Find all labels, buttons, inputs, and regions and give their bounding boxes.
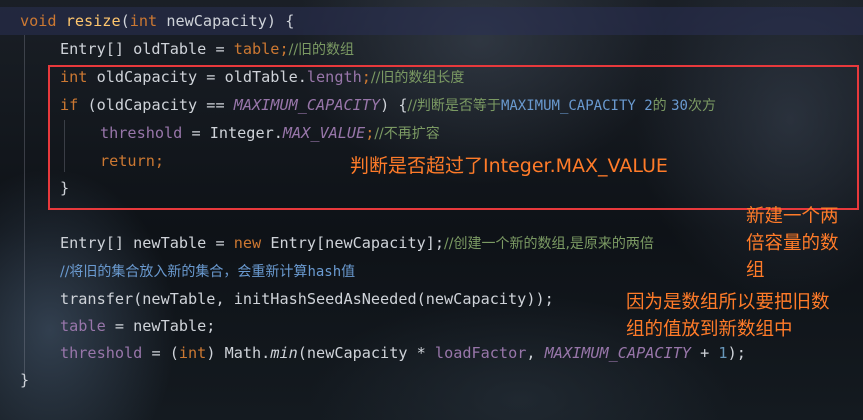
indent-guide [24, 35, 25, 375]
code-text: = ( [142, 344, 179, 362]
code-text: ; [279, 40, 289, 58]
code-text: = newTable; [105, 317, 216, 335]
annotation-line: 组 [746, 260, 765, 281]
method-name: min [270, 344, 298, 362]
keyword: int [178, 344, 207, 362]
code-line-2[interactable]: Entry[] oldTable = table;//旧的数组 [60, 35, 354, 63]
comment: //将旧的集合放入新的集合，会重新计算 [60, 264, 308, 280]
comment: //创建一个新的数组,是原来的两倍 [444, 236, 654, 252]
code-line-12[interactable]: threshold = (int) Math.min(newCapacity *… [60, 339, 746, 367]
static-constant: MAXIMUM_CAPACITY [544, 344, 691, 362]
comment: hash [307, 264, 342, 280]
comment: 值 [341, 264, 356, 280]
keyword: int [129, 12, 158, 30]
code-text: ( [120, 12, 130, 30]
method-name: resize [65, 12, 121, 30]
highlight-box [48, 65, 859, 210]
field-reference: table [233, 40, 280, 58]
annotation-box-note: 判断是否超过了Integer.MAX_VALUE [350, 155, 668, 177]
code-line-9[interactable]: //将旧的集合放入新的集合，会重新计算hash值 [60, 257, 355, 285]
number-literal: 1 [718, 344, 728, 362]
code-text: Entry[] oldTable = [60, 40, 234, 58]
annotation-new-array: 新建一个两 倍容量的数 组 [746, 203, 839, 284]
code-line-8[interactable]: Entry[] newTable = new Entry[newCapacity… [60, 229, 654, 257]
code-text: ); [727, 344, 746, 362]
field-reference: table [60, 317, 106, 335]
annotation-line: 倍容量的数 [746, 233, 839, 254]
code-text: , [526, 344, 545, 362]
code-text: Entry[] newTable = [60, 234, 234, 252]
code-text: transfer(newTable, initHashSeedAsNeeded(… [60, 290, 554, 308]
code-line-13[interactable]: } [20, 366, 29, 394]
field-reference: loadFactor [434, 344, 527, 362]
code-text: newCapacity) { [157, 12, 295, 30]
annotation-line: 新建一个两 [746, 206, 839, 227]
code-editor[interactable]: void resize(int newCapacity) { Entry[] o… [0, 0, 863, 420]
code-text: Entry[newCapacity]; [261, 234, 445, 252]
code-line-10[interactable]: transfer(newTable, initHashSeedAsNeeded(… [60, 285, 554, 313]
code-text: (newCapacity * [297, 344, 435, 362]
annotation-line: 组的值放到新数组中 [626, 319, 793, 340]
code-text: + [690, 344, 719, 362]
field-reference: threshold [60, 344, 143, 362]
code-text: } [20, 371, 30, 389]
comment: //旧的数组 [288, 42, 355, 58]
keyword: new [233, 234, 262, 252]
code-line-1[interactable]: void resize(int newCapacity) { [20, 7, 294, 35]
keyword: void [20, 12, 57, 30]
annotation-line: 因为是数组所以要把旧数 [626, 292, 830, 313]
annotation-transfer: 因为是数组所以要把旧数 组的值放到新数组中 [626, 289, 830, 343]
code-line-11[interactable]: table = newTable; [60, 312, 215, 340]
code-text: ) Math. [206, 344, 271, 362]
